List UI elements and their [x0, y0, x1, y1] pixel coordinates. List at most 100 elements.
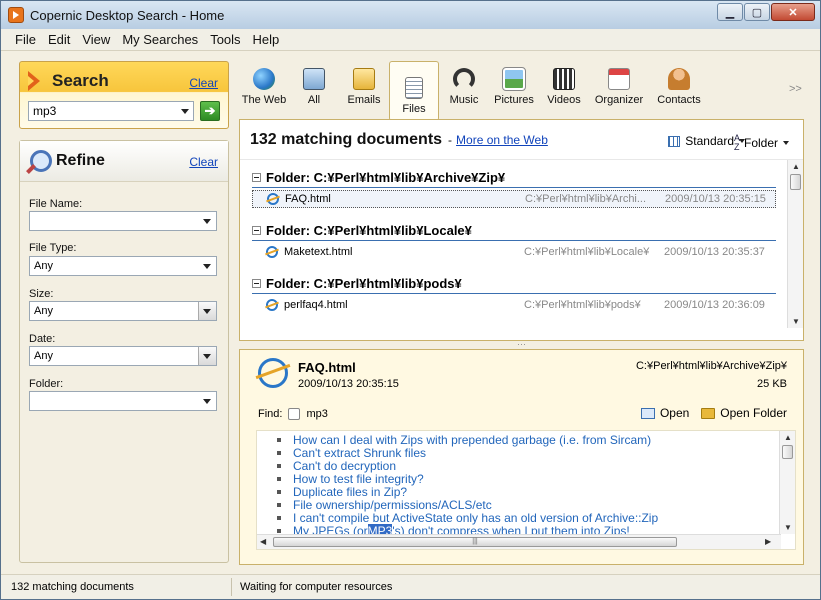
menu-view[interactable]: View	[76, 32, 116, 47]
calendar-icon	[608, 68, 630, 90]
more-on-web-link[interactable]: More on the Web	[456, 133, 548, 147]
status-bar: 132 matching documents Waiting for compu…	[1, 574, 820, 599]
scroll-up-icon[interactable]: ▲	[792, 162, 800, 171]
scroll-down-icon[interactable]: ▼	[792, 317, 800, 326]
preview-size: 25 KB	[757, 378, 787, 390]
tab-files[interactable]: Files	[389, 61, 439, 121]
search-query: mp3	[33, 104, 57, 118]
minimize-button[interactable]: ▁	[717, 3, 743, 21]
tab-the-web[interactable]: The Web	[239, 61, 289, 113]
find-label: Find:	[258, 408, 283, 420]
tab-music[interactable]: Music	[439, 61, 489, 113]
list-item[interactable]: Duplicate files in Zip?	[277, 485, 658, 499]
folder-group-header[interactable]: Folder: C:¥Perl¥html¥lib¥Archive¥Zip¥	[252, 168, 505, 186]
chevron-down-icon	[203, 354, 211, 359]
title-bar[interactable]: Copernic Desktop Search - Home ▁ ▢ ✕	[1, 1, 820, 29]
scroll-left-icon[interactable]: ◀	[260, 537, 266, 546]
result-row[interactable]: Maketext.html C:¥Perl¥html¥lib¥Locale¥ 200…	[252, 243, 776, 261]
document-icon	[405, 77, 423, 99]
search-panel: Search Clear mp3 ➔	[19, 61, 229, 129]
preview-vscrollbar[interactable]: ▲ ▼	[779, 431, 795, 534]
open-icon	[640, 407, 655, 419]
results-scrollbar[interactable]: ▲ ▼	[787, 160, 803, 328]
close-button[interactable]: ✕	[771, 3, 815, 21]
list-item[interactable]: I can't compile but ActiveState only has…	[277, 511, 658, 525]
sort-dropdown[interactable]: A Z Folder	[734, 134, 789, 152]
folder-group-header[interactable]: Folder: C:¥Perl¥html¥lib¥pods¥	[252, 274, 462, 292]
menu-file[interactable]: File	[9, 32, 42, 47]
status-message: Waiting for computer resources	[240, 581, 393, 593]
more-categories-button[interactable]: >>	[789, 83, 802, 95]
html-file-icon	[258, 358, 288, 388]
html-file-icon	[267, 193, 279, 205]
list-item[interactable]: Can't extract Shrunk files	[277, 446, 658, 460]
maximize-button[interactable]: ▢	[744, 3, 770, 21]
list-item[interactable]: Can't do decryption	[277, 459, 658, 473]
preview-panel: FAQ.html 2009/10/13 20:35:15 C:¥Perl¥htm…	[239, 349, 804, 565]
preview-content[interactable]: How can I deal with Zips with prepended …	[256, 430, 796, 550]
status-count: 132 matching documents	[11, 581, 134, 593]
scroll-right-icon[interactable]: ▶	[765, 537, 771, 546]
tab-videos[interactable]: Videos	[539, 61, 589, 113]
chevron-down-icon	[203, 219, 211, 224]
chevron-down-icon	[203, 399, 211, 404]
search-chevron-icon	[28, 71, 46, 91]
list-item[interactable]: File ownership/permissions/ACLS/etc	[277, 498, 658, 512]
preview-file-name: FAQ.html	[298, 360, 356, 375]
globe-icon	[253, 68, 275, 90]
collapse-icon[interactable]	[252, 225, 261, 235]
scroll-up-icon[interactable]: ▲	[784, 433, 792, 442]
open-button[interactable]: Open	[640, 406, 689, 420]
tab-contacts[interactable]: Contacts	[649, 61, 709, 113]
results-panel: 132 matching documents - More on the Web…	[239, 119, 804, 341]
open-folder-button[interactable]: Open Folder	[701, 406, 787, 420]
scrollbar-thumb[interactable]: |||	[273, 537, 677, 547]
collapse-icon[interactable]	[252, 278, 261, 288]
picture-icon	[502, 67, 526, 91]
refine-title: Refine	[56, 152, 105, 169]
category-toolbar: The Web All Emails Files Music Pictures …	[239, 61, 809, 121]
menu-edit[interactable]: Edit	[42, 32, 76, 47]
html-file-icon	[266, 246, 278, 258]
scrollbar-thumb[interactable]	[782, 445, 793, 459]
html-file-icon	[266, 299, 278, 311]
tab-emails[interactable]: Emails	[339, 61, 389, 113]
date-select[interactable]: Any	[29, 346, 217, 366]
collapse-icon[interactable]	[252, 172, 261, 182]
search-title: Search	[52, 71, 109, 90]
result-row[interactable]: perlfaq4.html C:¥Perl¥html¥lib¥pods¥ 2009/…	[252, 296, 776, 314]
scroll-down-icon[interactable]: ▼	[784, 523, 792, 532]
search-clear-link[interactable]: Clear	[189, 76, 218, 90]
menu-bar: File Edit View My Searches Tools Help	[1, 29, 820, 51]
preview-path: C:¥Perl¥html¥lib¥Archive¥Zip¥	[635, 360, 787, 372]
magnifier-icon	[30, 150, 52, 172]
menu-my-searches[interactable]: My Searches	[116, 32, 204, 47]
search-input[interactable]: mp3	[28, 101, 194, 121]
list-item[interactable]: How can I deal with Zips with prepended …	[277, 433, 658, 447]
result-row[interactable]: FAQ.html C:¥Perl¥html¥lib¥Archi... 2009/10…	[252, 190, 776, 208]
size-select[interactable]: Any	[29, 301, 217, 321]
refine-clear-link[interactable]: Clear	[189, 155, 218, 169]
chevron-down-icon	[203, 309, 211, 314]
preview-hscrollbar[interactable]: ◀ ||| ▶	[257, 534, 781, 549]
list-item[interactable]: How to test file integrity?	[277, 472, 658, 486]
file-type-label: File Type:	[29, 242, 77, 254]
folder-group-header[interactable]: Folder: C:¥Perl¥html¥lib¥Locale¥	[252, 221, 472, 239]
folder-icon	[701, 407, 716, 419]
folder-field[interactable]	[29, 391, 217, 411]
tab-organizer[interactable]: Organizer	[589, 61, 649, 113]
search-history-dropdown-icon[interactable]	[181, 109, 189, 114]
headphones-icon	[453, 68, 475, 90]
pane-splitter[interactable]: ···	[239, 340, 804, 349]
search-go-button[interactable]: ➔	[200, 101, 220, 121]
file-type-select[interactable]: Any	[29, 256, 217, 276]
menu-help[interactable]: Help	[247, 32, 286, 47]
menu-tools[interactable]: Tools	[204, 32, 246, 47]
tab-pictures[interactable]: Pictures	[489, 61, 539, 113]
tab-all[interactable]: All	[289, 61, 339, 113]
scrollbar-thumb[interactable]	[790, 174, 801, 190]
find-term[interactable]: mp3	[306, 408, 327, 420]
file-name-field[interactable]	[29, 211, 217, 231]
contact-icon	[668, 68, 690, 90]
file-name-label: File Name:	[29, 198, 83, 210]
